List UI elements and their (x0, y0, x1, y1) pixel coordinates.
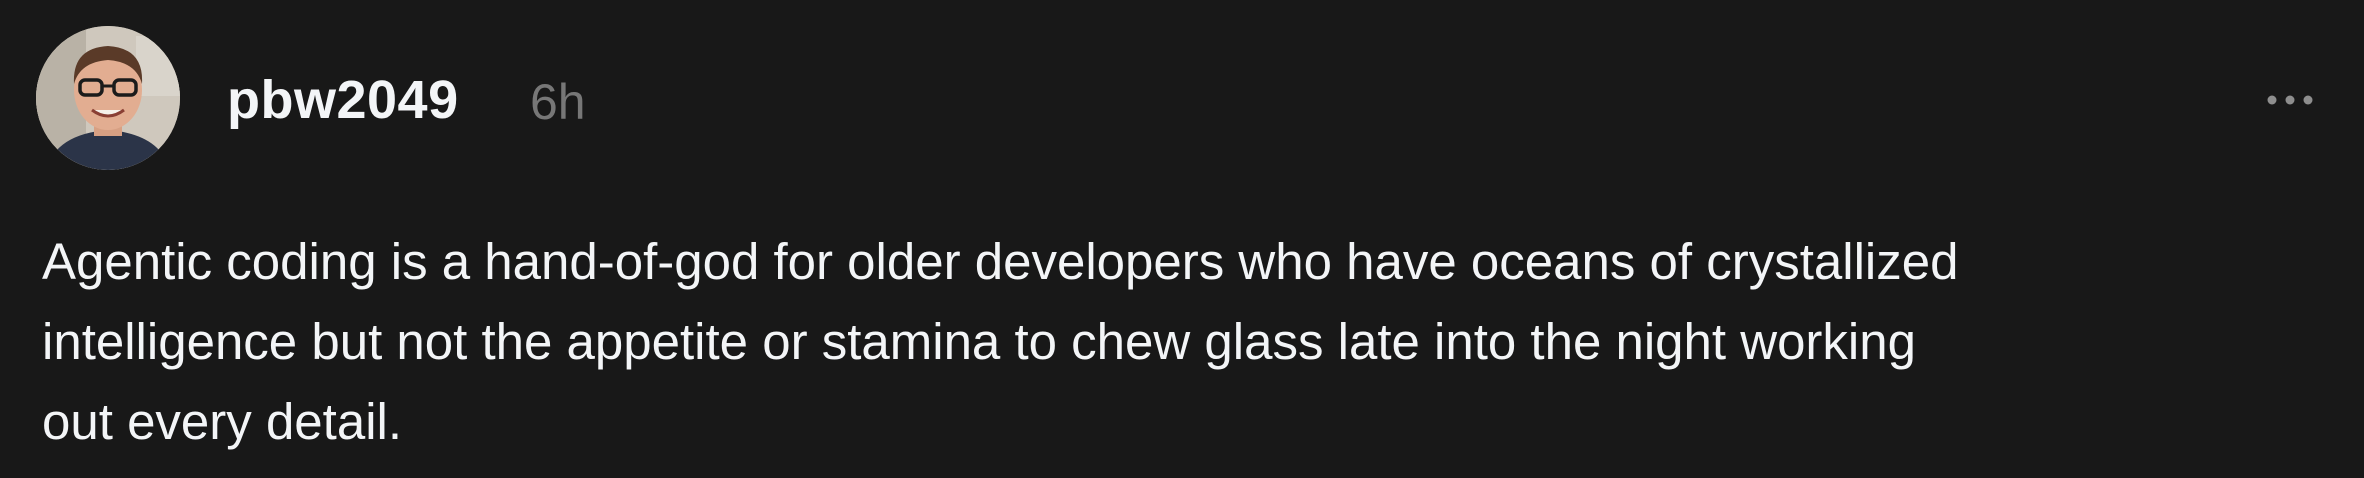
avatar[interactable] (36, 26, 180, 170)
post-body-text: Agentic coding is a hand-of-god for olde… (42, 233, 1959, 450)
username[interactable]: pbw2049 (227, 68, 459, 132)
more-options-button[interactable] (2256, 80, 2324, 120)
post-timestamp: 6h (530, 74, 586, 130)
more-horizontal-icon (2267, 95, 2313, 105)
avatar-photo (36, 26, 180, 170)
thread-post: pbw2049 6h Agentic coding is a hand-of-g… (0, 0, 2364, 478)
